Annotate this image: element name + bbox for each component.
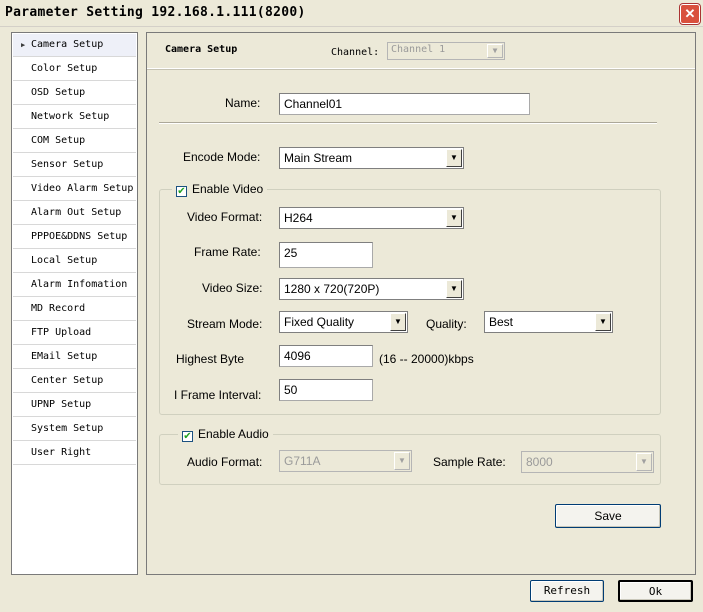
sample-rate-select[interactable]: 8000 ▼ [521,451,654,473]
save-button[interactable]: Save [555,504,661,528]
highest-byte-input[interactable]: 4096 [279,345,373,367]
title-bar: Parameter Setting 192.168.1.111(8200) ✕ [0,0,703,27]
sidebar-item-label: MD Record [31,303,86,314]
enable-video-label: Enable Video [192,182,264,196]
channel-value: Channel 1 [391,44,446,55]
encode-mode-select[interactable]: Main Stream ▼ [279,147,464,169]
frame-rate-input[interactable]: 25 [279,242,373,268]
sidebar-item-label: OSD Setup [31,87,86,98]
encode-mode-label: Encode Mode: [183,150,261,164]
sidebar-item-sensor-setup[interactable]: Sensor Setup [13,154,136,177]
sidebar-item-label: Alarm Out Setup [31,207,122,218]
video-format-value: H264 [284,211,313,225]
video-format-select[interactable]: H264 ▼ [279,207,464,229]
sidebar-item-system-setup[interactable]: System Setup [13,418,136,441]
highest-byte-range: (16 -- 20000)kbps [379,352,474,366]
sidebar: ▶ Camera Setup Color Setup OSD Setup Netw… [11,32,138,575]
iframe-interval-label: I Frame Interval: [174,388,262,402]
ok-button[interactable]: Ok [618,580,693,602]
name-label: Name: [225,96,261,110]
enable-audio-label: Enable Audio [198,427,269,441]
chevron-down-icon: ▼ [446,280,462,298]
sidebar-item-color-setup[interactable]: Color Setup [13,58,136,81]
sidebar-item-label: FTP Upload [31,327,92,338]
enable-audio-checkbox[interactable]: ✔ Enable Audio [178,427,273,442]
video-format-label: Video Format: [187,210,263,224]
sidebar-item-label: System Setup [31,423,104,434]
chevron-down-icon: ▼ [390,313,406,331]
frame-rate-label: Frame Rate: [194,245,261,259]
chevron-down-icon: ▼ [636,453,652,471]
sidebar-item-label: User Right [31,447,92,458]
iframe-interval-input[interactable]: 50 [279,379,373,401]
audio-format-select[interactable]: G711A ▼ [279,450,412,472]
chevron-down-icon: ▼ [487,44,503,58]
stream-mode-label: Stream Mode: [187,317,263,331]
sidebar-item-upnp-setup[interactable]: UPNP Setup [13,394,136,417]
sidebar-item-label: EMail Setup [31,351,98,362]
sidebar-item-label: Color Setup [31,63,98,74]
sidebar-item-local-setup[interactable]: Local Setup [13,250,136,273]
sidebar-item-pppoe-ddns-setup[interactable]: PPPOE&DDNS Setup [13,226,136,249]
stream-mode-select[interactable]: Fixed Quality ▼ [279,311,408,333]
active-arrow-icon: ▶ [21,41,26,49]
sidebar-item-label: Alarm Infomation [31,279,128,290]
chevron-down-icon: ▼ [394,452,410,470]
checkmark-icon: ✔ [182,431,193,442]
name-input[interactable]: Channel01 [279,93,530,115]
audio-format-value: G711A [284,454,321,468]
sidebar-item-label: Sensor Setup [31,159,104,170]
video-size-value: 1280 x 720(720P) [284,282,380,296]
sidebar-item-label: Video Alarm Setup [31,183,134,194]
sidebar-item-label: UPNP Setup [31,399,92,410]
panel-title: Camera Setup [165,44,238,55]
sidebar-item-ftp-upload[interactable]: FTP Upload [13,322,136,345]
divider [159,122,657,124]
channel-select[interactable]: Channel 1 ▼ [387,42,505,60]
stream-mode-value: Fixed Quality [284,315,355,329]
sample-rate-value: 8000 [526,455,553,469]
sidebar-item-label: Local Setup [31,255,98,266]
sidebar-item-user-right[interactable]: User Right [13,442,136,465]
quality-label: Quality: [426,317,467,331]
sidebar-item-md-record[interactable]: MD Record [13,298,136,321]
audio-format-label: Audio Format: [187,455,263,469]
channel-label: Channel: [331,47,380,58]
video-group: ✔ Enable Video Video Format: H264 ▼ Frame… [159,182,661,415]
sidebar-item-label: Center Setup [31,375,104,386]
settings-panel: Camera Setup Channel: Channel 1 ▼ Name: … [146,32,696,575]
quality-select[interactable]: Best ▼ [484,311,613,333]
video-size-label: Video Size: [202,281,263,295]
sidebar-item-label: Camera Setup [31,39,104,50]
encode-mode-value: Main Stream [284,151,353,165]
close-icon: ✕ [684,6,696,21]
refresh-button[interactable]: Refresh [530,580,604,602]
sample-rate-label: Sample Rate: [433,455,506,469]
sidebar-item-alarm-out-setup[interactable]: Alarm Out Setup [13,202,136,225]
sidebar-item-label: PPPOE&DDNS Setup [31,231,128,242]
highest-byte-label: Highest Byte [176,352,245,366]
sidebar-item-com-setup[interactable]: COM Setup [13,130,136,153]
sidebar-item-video-alarm-setup[interactable]: Video Alarm Setup [13,178,136,201]
sidebar-item-alarm-infomation[interactable]: Alarm Infomation [13,274,136,297]
window-title: Parameter Setting 192.168.1.111(8200) [5,5,306,20]
video-size-select[interactable]: 1280 x 720(720P) ▼ [279,278,464,300]
close-button[interactable]: ✕ [680,4,700,24]
audio-group: ✔ Enable Audio Audio Format: G711A ▼ Samp… [159,427,661,485]
sidebar-item-label: Network Setup [31,111,110,122]
sidebar-item-network-setup[interactable]: Network Setup [13,106,136,129]
quality-value: Best [489,315,514,329]
panel-header: Camera Setup Channel: Channel 1 ▼ [147,33,695,69]
checkmark-icon: ✔ [176,186,187,197]
enable-video-checkbox[interactable]: ✔ Enable Video [172,182,268,197]
sidebar-item-osd-setup[interactable]: OSD Setup [13,82,136,105]
chevron-down-icon: ▼ [446,209,462,227]
chevron-down-icon: ▼ [595,313,611,331]
sidebar-item-center-setup[interactable]: Center Setup [13,370,136,393]
sidebar-item-email-setup[interactable]: EMail Setup [13,346,136,369]
chevron-down-icon: ▼ [446,149,462,167]
sidebar-item-label: COM Setup [31,135,86,146]
sidebar-item-camera-setup[interactable]: ▶ Camera Setup [13,34,136,57]
